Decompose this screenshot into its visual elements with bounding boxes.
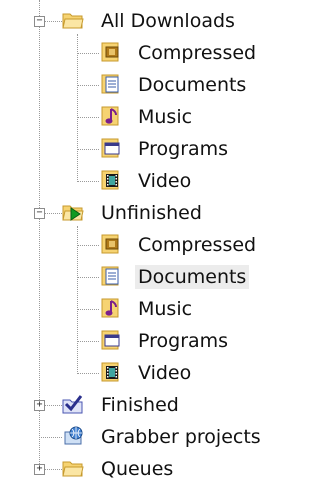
tree-node-all-downloads-documents[interactable]: Documents <box>0 70 269 100</box>
video-film-icon <box>101 362 119 382</box>
tree-node-label: Music <box>138 106 193 128</box>
tree-node-all-downloads-compressed[interactable]: Compressed <box>0 38 269 68</box>
tree-node-label: Programs <box>138 138 229 160</box>
tree-node-unfinished-documents[interactable]: Documents <box>0 262 269 292</box>
tree-node-label: Music <box>138 298 193 320</box>
tree-node-label: Queues <box>101 458 174 480</box>
collapse-toggle[interactable]: − <box>34 16 45 27</box>
music-note-icon <box>101 298 119 318</box>
expand-toggle[interactable]: + <box>34 400 45 411</box>
tree-node-label: Finished <box>101 394 179 416</box>
compressed-archive-icon <box>101 42 119 62</box>
collapse-toggle[interactable]: − <box>34 208 45 219</box>
tree-node-label: Compressed <box>138 42 257 64</box>
grabber-globe-icon <box>64 426 83 445</box>
tree-node-label: Unfinished <box>101 202 202 224</box>
tree-node-unfinished-compressed[interactable]: Compressed <box>0 230 269 260</box>
expand-toggle[interactable]: + <box>34 464 45 475</box>
tree-node-all-downloads-programs[interactable]: Programs <box>0 134 269 164</box>
tree-node-all-downloads-music[interactable]: Music <box>0 102 269 132</box>
tree-node-label: Video <box>138 362 192 384</box>
queues-folder-icon <box>62 461 84 477</box>
tree-node-label: Video <box>138 170 192 192</box>
tree-node-unfinished[interactable]: − Unfinished <box>0 198 269 228</box>
tree-node-label: All Downloads <box>101 10 235 32</box>
program-window-icon <box>101 138 120 158</box>
music-note-icon <box>101 106 119 126</box>
tree-node-all-downloads-video[interactable]: Video <box>0 166 269 196</box>
folder-play-icon <box>62 205 84 221</box>
tree-node-all-downloads[interactable]: − All Downloads <box>0 6 269 36</box>
tree-node-grabber-projects[interactable]: Grabber projects <box>0 422 269 452</box>
folder-open-icon <box>62 13 84 29</box>
tree-node-label: Compressed <box>138 234 257 256</box>
tree-node-finished[interactable]: + Finished <box>0 390 269 420</box>
tree-node-unfinished-programs[interactable]: Programs <box>0 326 269 356</box>
download-category-tree: − All Downloads Compressed Documents Mus… <box>0 0 269 480</box>
tree-node-label: Grabber projects <box>101 426 261 448</box>
document-icon <box>101 266 119 286</box>
tree-node-label: Documents <box>138 74 247 96</box>
tree-node-label-selected: Documents <box>135 265 250 289</box>
document-icon <box>101 74 119 94</box>
video-film-icon <box>101 170 119 190</box>
folder-check-icon <box>62 395 83 414</box>
compressed-archive-icon <box>101 234 119 254</box>
program-window-icon <box>101 330 120 350</box>
tree-node-unfinished-video[interactable]: Video <box>0 358 269 388</box>
tree-node-unfinished-music[interactable]: Music <box>0 294 269 324</box>
tree-node-label: Programs <box>138 330 229 352</box>
